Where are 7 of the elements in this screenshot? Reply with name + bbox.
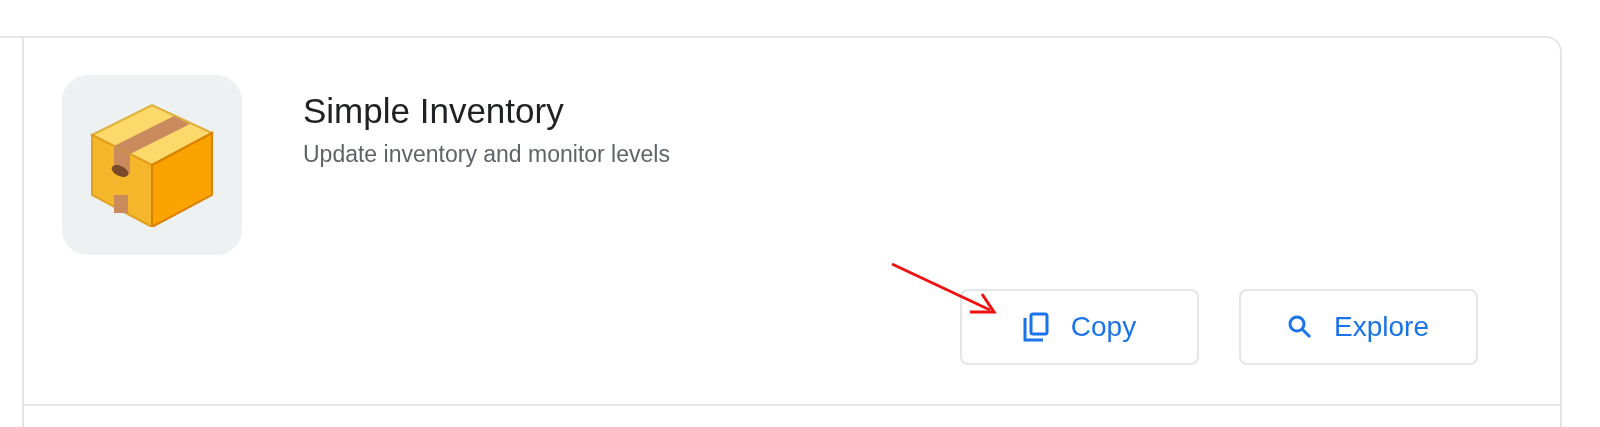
app-description: Update inventory and monitor levels <box>303 141 671 168</box>
cardboard-box-icon <box>90 103 214 227</box>
copy-button[interactable]: Copy <box>960 289 1199 365</box>
search-icon <box>1288 315 1313 339</box>
explore-button[interactable]: Explore <box>1239 289 1478 365</box>
app-title: Simple Inventory <box>303 90 565 132</box>
copy-icon <box>1022 312 1049 342</box>
